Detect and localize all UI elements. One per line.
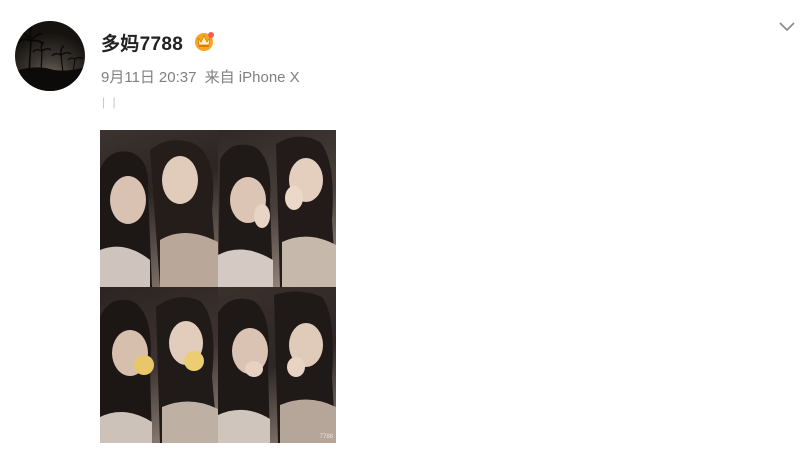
palm-trees-silhouette	[15, 26, 85, 91]
image-watermark: 7788	[319, 434, 333, 440]
username[interactable]: 多妈7788	[101, 29, 183, 56]
photo-3-image	[100, 297, 218, 443]
photo-1-image	[100, 140, 218, 287]
avatar[interactable]	[15, 21, 85, 91]
post-date[interactable]: 9月11日	[101, 69, 155, 86]
photo-4[interactable]: 7788	[218, 287, 336, 443]
photo-1[interactable]	[100, 130, 218, 287]
photo-grid: 7788	[100, 130, 336, 443]
photo-2-image	[218, 136, 336, 287]
post-source: 来自 iPhone X	[204, 69, 300, 86]
photo-4-image	[218, 291, 336, 443]
post-text: | |	[102, 95, 118, 109]
chevron-down-icon[interactable]	[778, 20, 796, 34]
post-time[interactable]: 20:37	[159, 69, 197, 86]
post-meta: 9月11日 20:37 来自 iPhone X	[101, 66, 304, 87]
vip-crown-icon[interactable]	[193, 30, 215, 52]
photo-3[interactable]	[100, 287, 218, 443]
photo-2[interactable]	[218, 130, 336, 287]
